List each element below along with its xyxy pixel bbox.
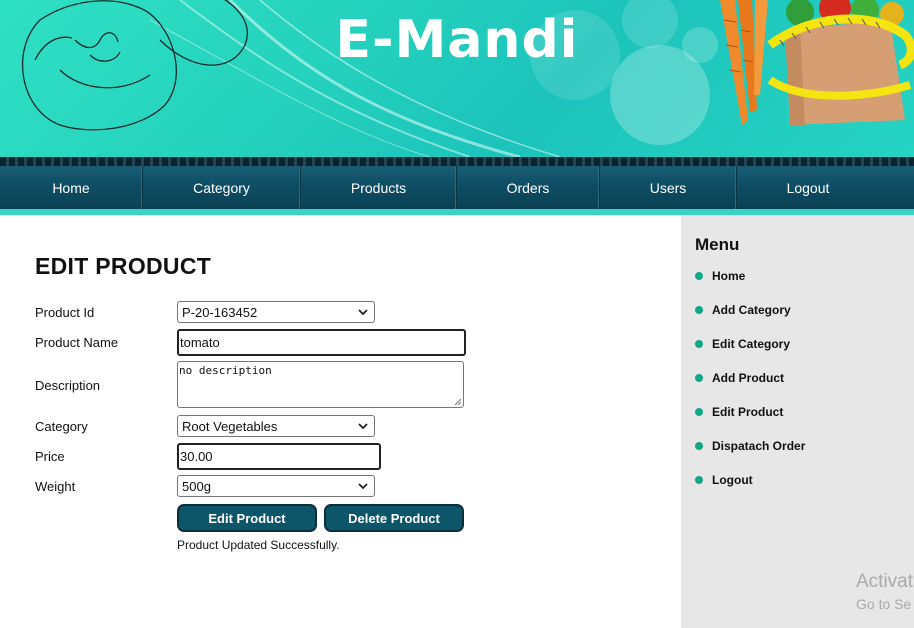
product-id-label: Product Id [35, 305, 95, 320]
sidebar-item-label: Edit Category [712, 337, 791, 351]
weight-value: 500g [182, 479, 211, 494]
sidebar-item-edit-product[interactable]: Edit Product [695, 404, 783, 420]
sidebar-item-label: Home [712, 269, 746, 283]
description-value: no description [179, 364, 272, 377]
bullet-icon [695, 476, 703, 484]
status-message: Product Updated Successfully. [177, 538, 340, 552]
sidebar-item-label: Edit Product [712, 405, 784, 419]
description-textarea[interactable]: no description [177, 361, 464, 408]
sidebar-item-label: Add Product [712, 371, 784, 385]
weight-label: Weight [35, 479, 76, 494]
sidebar-item-label: Dispatach Order [712, 439, 806, 453]
chevron-down-icon [358, 309, 368, 316]
category-label: Category [35, 419, 88, 434]
nav-products[interactable]: Products [301, 166, 457, 210]
price-label: Price [35, 449, 65, 464]
bullet-icon [695, 340, 703, 348]
bullet-icon [695, 408, 703, 416]
sidebar-item-label: Logout [712, 473, 753, 487]
bullet-icon [695, 374, 703, 382]
chevron-down-icon [358, 483, 368, 490]
sidebar-item-dispatch-order[interactable]: Dispatach Order [695, 438, 805, 454]
activation-watermark-title: Activat [856, 571, 914, 592]
product-name-input[interactable]: tomato [177, 329, 466, 356]
category-value: Root Vegetables [182, 419, 278, 434]
delete-product-button[interactable]: Delete Product [324, 504, 464, 532]
chevron-down-icon [358, 423, 368, 430]
nav-home[interactable]: Home [0, 166, 143, 210]
site-header: E-Mandi [0, 0, 914, 157]
bullet-icon [695, 306, 703, 314]
product-id-value: P-20-163452 [182, 305, 258, 320]
edit-product-panel: EDIT PRODUCT Product Id P-20-163452 Prod… [0, 215, 681, 628]
sidebar-item-edit-category[interactable]: Edit Category [695, 336, 790, 352]
sidebar-item-add-category[interactable]: Add Category [695, 302, 791, 318]
page-title: EDIT PRODUCT [35, 253, 212, 279]
nav-logout[interactable]: Logout [737, 166, 879, 210]
nav-orders[interactable]: Orders [457, 166, 600, 210]
sidebar: Menu Home Add Category Edit Category Add… [681, 215, 914, 628]
category-select[interactable]: Root Vegetables [177, 415, 375, 437]
activation-watermark-subtitle: Go to Se [856, 596, 912, 612]
bullet-icon [695, 272, 703, 280]
nav-category[interactable]: Category [143, 166, 301, 210]
product-id-select[interactable]: P-20-163452 [177, 301, 375, 323]
sidebar-item-home[interactable]: Home [695, 268, 745, 284]
price-input[interactable]: 30.00 [177, 443, 381, 470]
nav-users[interactable]: Users [600, 166, 737, 210]
sidebar-item-label: Add Category [712, 303, 791, 317]
edit-product-button[interactable]: Edit Product [177, 504, 317, 532]
menu-title: Menu [695, 235, 740, 254]
product-name-label: Product Name [35, 335, 119, 350]
description-label: Description [35, 378, 101, 393]
sidebar-item-logout[interactable]: Logout [695, 472, 753, 488]
main-nav: Home Category Products Orders Users Logo… [0, 166, 914, 210]
bullet-icon [695, 442, 703, 450]
site-title: E-Mandi [335, 10, 579, 70]
resize-handle-icon[interactable] [454, 398, 462, 406]
sidebar-item-add-product[interactable]: Add Product [695, 370, 784, 386]
weight-select[interactable]: 500g [177, 475, 375, 497]
